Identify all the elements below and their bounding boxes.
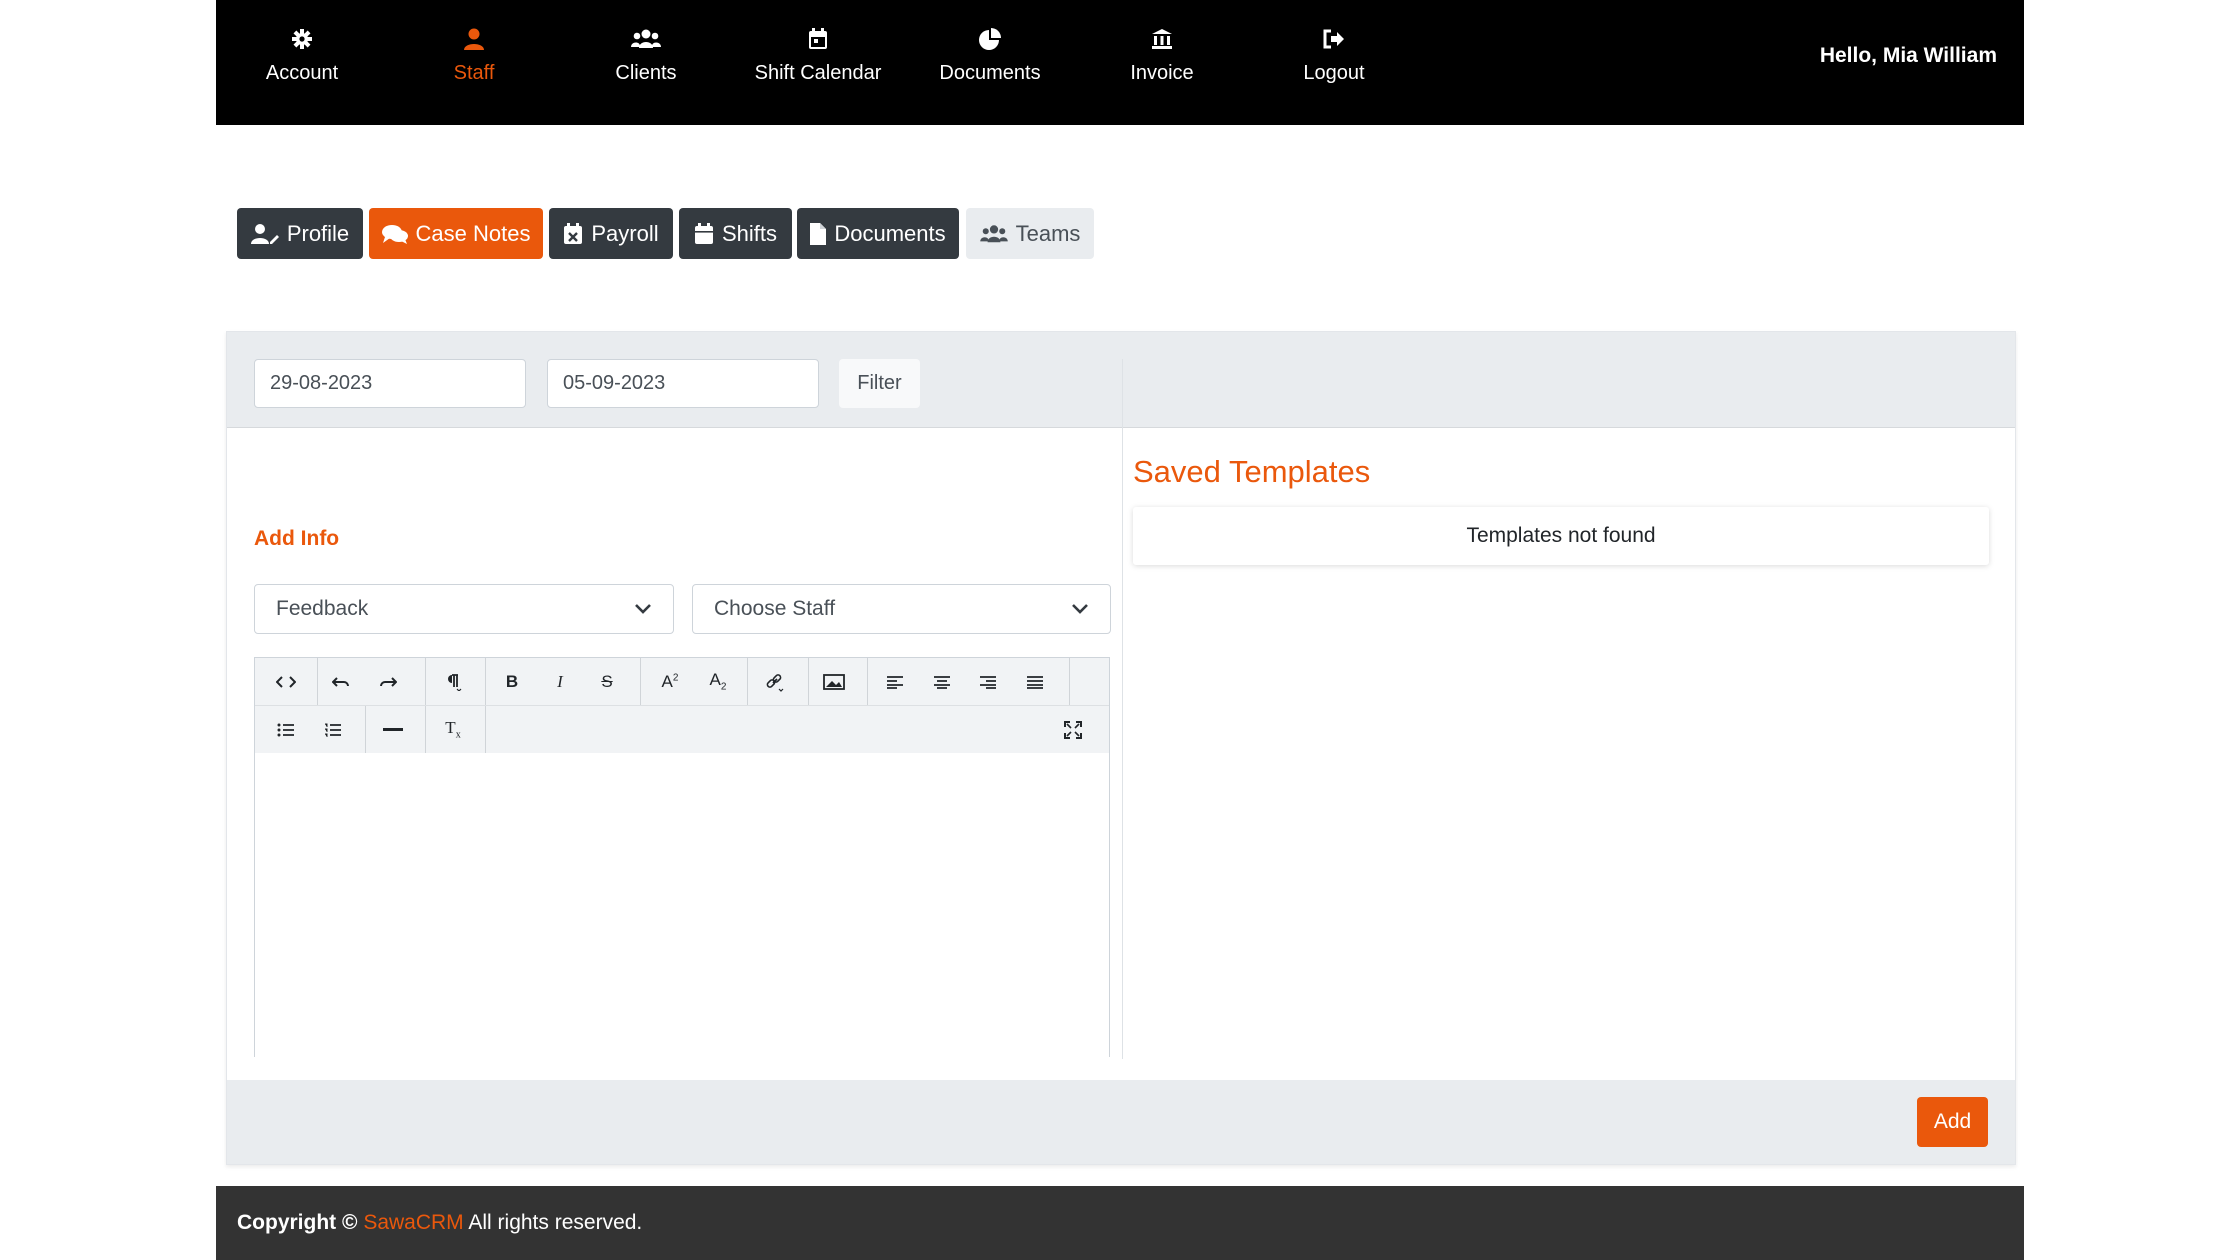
templates-empty-message: Templates not found [1133, 507, 1989, 565]
gear-icon [292, 29, 312, 49]
nav-label-logout: Logout [1303, 62, 1365, 84]
tab-profile[interactable]: Profile [237, 208, 363, 259]
nav-item-invoice[interactable]: Invoice [1076, 26, 1248, 85]
tab-label-payroll: Payroll [591, 220, 659, 246]
tab-shifts[interactable]: Shifts [679, 208, 792, 259]
nav-item-account[interactable]: Account [216, 26, 388, 85]
comments-icon [381, 224, 408, 244]
top-navbar: Account Staff Clients Shift Calendar Doc… [216, 0, 2024, 125]
calendar-icon [809, 28, 827, 49]
nav-label-clients: Clients [615, 62, 677, 84]
bulleted-list-icon[interactable] [263, 706, 309, 753]
case-notes-card: Filter Add Info Feedback Choose Staff [226, 331, 2016, 1165]
calendar-x-icon [564, 222, 583, 244]
filter-button[interactable]: Filter [839, 359, 920, 408]
tab-label-teams: Teams [1015, 220, 1081, 246]
editor-content-area[interactable] [255, 753, 1109, 1057]
add-button[interactable]: Add [1917, 1097, 1988, 1147]
fullscreen-icon[interactable] [1050, 706, 1096, 753]
user-edit-icon [250, 223, 279, 244]
users-icon [979, 224, 1008, 242]
tab-label-case-notes: Case Notes [415, 220, 531, 246]
app-frame: Account Staff Clients Shift Calendar Doc… [216, 0, 2024, 1260]
filter-bar: Filter [227, 332, 2015, 428]
editor-toolbar: B I S A2 A2 Tx [255, 658, 1109, 754]
nav-label-account: Account [265, 62, 339, 84]
tab-label-shifts: Shifts [721, 220, 778, 246]
align-center-icon[interactable] [919, 658, 965, 705]
nav-item-staff[interactable]: Staff [388, 26, 560, 85]
staff-select-value: Choose Staff [714, 597, 836, 620]
copyright-suffix: All rights reserved. [468, 1211, 643, 1234]
calendar-icon [694, 222, 713, 244]
date-to-input[interactable] [547, 359, 819, 408]
users-icon [631, 29, 661, 48]
numbered-list-icon[interactable] [310, 706, 356, 753]
rich-text-editor: B I S A2 A2 Tx [254, 657, 1110, 1057]
date-from-input[interactable] [254, 359, 526, 408]
nav-label-shift-calendar: Shift Calendar [754, 62, 882, 84]
horizontal-rule-icon[interactable] [370, 706, 416, 753]
align-justify-icon[interactable] [1012, 658, 1058, 705]
staff-select[interactable]: Choose Staff [692, 584, 1111, 634]
align-left-icon[interactable] [872, 658, 918, 705]
undo-icon[interactable] [318, 658, 364, 705]
paragraph-icon[interactable] [430, 658, 476, 705]
nav-item-clients[interactable]: Clients [560, 26, 732, 85]
nav-item-logout[interactable]: Logout [1248, 26, 1420, 85]
link-icon[interactable] [752, 658, 798, 705]
bank-icon [1152, 29, 1172, 49]
card-footer: Add [227, 1080, 2015, 1164]
note-type-value: Feedback [276, 597, 369, 620]
redo-icon[interactable] [365, 658, 411, 705]
brand-link[interactable]: SawaCRM [363, 1211, 463, 1234]
strikethrough-icon[interactable]: S [584, 658, 630, 705]
image-icon[interactable] [811, 658, 857, 705]
tab-documents[interactable]: Documents [797, 208, 959, 259]
sign-out-icon [1323, 29, 1344, 49]
clear-format-icon[interactable]: Tx [430, 706, 476, 753]
tab-teams[interactable]: Teams [966, 208, 1094, 259]
note-type-select[interactable]: Feedback [254, 584, 674, 634]
copyright-text: Copyright © SawaCRM All rights reserved. [237, 1211, 642, 1235]
page-footer: Copyright © SawaCRM All rights reserved. [216, 1186, 2024, 1260]
nav-item-documents[interactable]: Documents [904, 26, 1076, 85]
bold-icon[interactable]: B [489, 658, 535, 705]
nav-label-staff: Staff [453, 62, 495, 84]
user-greeting: Hello, Mia William [1819, 44, 1997, 67]
copyright-prefix: Copyright © [237, 1211, 358, 1234]
pie-chart-icon [979, 28, 1001, 50]
align-right-icon[interactable] [965, 658, 1011, 705]
tab-label-profile: Profile [286, 220, 350, 246]
add-info-heading: Add Info [254, 527, 340, 550]
tab-case-notes[interactable]: Case Notes [369, 208, 543, 259]
superscript-icon[interactable]: A2 [647, 658, 693, 705]
user-icon [464, 28, 484, 50]
column-divider [1122, 359, 1123, 1059]
tab-label-documents: Documents [834, 220, 946, 246]
file-icon [810, 222, 827, 245]
nav-item-shift-calendar[interactable]: Shift Calendar [732, 26, 904, 85]
templates-empty-text: Templates not found [1466, 524, 1656, 547]
chevron-down-icon [1072, 604, 1088, 614]
saved-templates-title: Saved Templates [1133, 454, 1371, 489]
italic-icon[interactable]: I [537, 658, 583, 705]
chevron-down-icon [635, 604, 651, 614]
subscript-icon[interactable]: A2 [695, 658, 741, 705]
nav-label-documents: Documents [939, 62, 1041, 84]
tab-payroll[interactable]: Payroll [549, 208, 673, 259]
code-view-icon[interactable] [263, 658, 309, 705]
nav-label-invoice: Invoice [1130, 62, 1194, 84]
